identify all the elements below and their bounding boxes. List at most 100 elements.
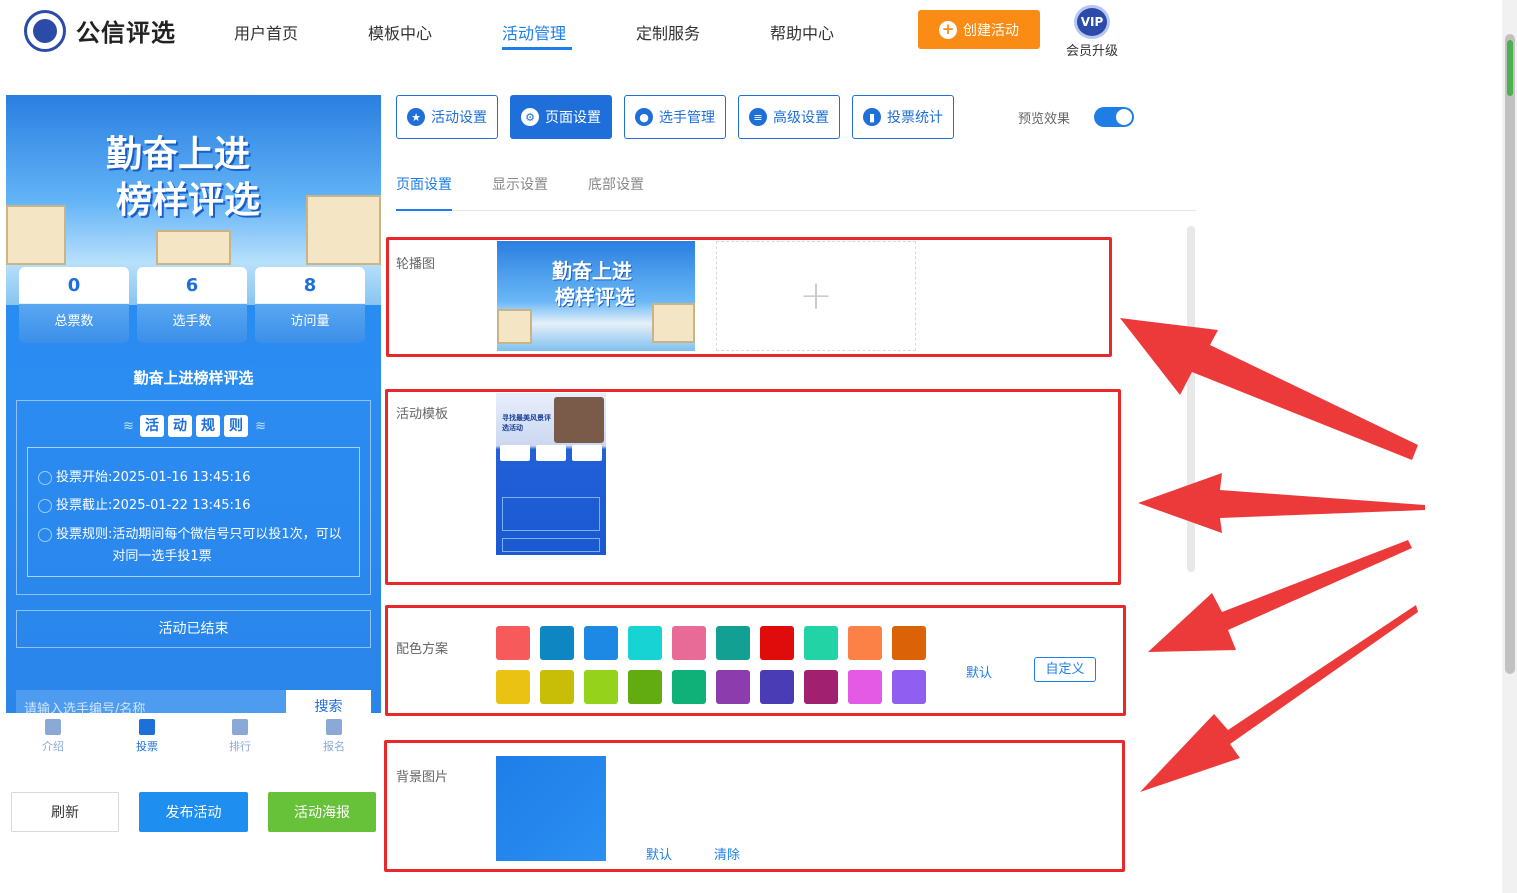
star-icon: ★ <box>407 108 425 126</box>
button-label: 高级设置 <box>773 110 829 126</box>
nav-custom-service[interactable]: 定制服务 <box>636 20 700 44</box>
stat-contestants: 6 选手数 <box>137 267 247 343</box>
annotation-arrows <box>1120 318 1425 792</box>
bar-chart-icon: ▮ <box>863 108 881 126</box>
rules-title-char: 活 <box>140 415 165 437</box>
arrow-to-carousel <box>1120 318 1418 460</box>
building-center <box>156 230 231 265</box>
toggle-knob <box>1116 109 1132 125</box>
nav-home[interactable]: 用户首页 <box>234 20 298 44</box>
tab-signup[interactable]: 报名 <box>309 719 359 754</box>
hand-pointer-icon <box>326 719 342 735</box>
button-label: 页面设置 <box>545 110 601 126</box>
tab-label: 介绍 <box>42 740 64 753</box>
bar-chart-icon <box>232 719 248 735</box>
page-scrollbar-indicator <box>1507 40 1513 96</box>
subtab-page-settings[interactable]: 页面设置 <box>396 174 452 194</box>
rule-label: 投票开始: <box>56 470 113 485</box>
tab-vote[interactable]: 投票 <box>122 719 172 754</box>
rule-vote-start: 投票开始: 2025-01-16 13:45:16 <box>38 464 351 492</box>
clock-icon <box>38 499 52 513</box>
rules-title-char: 动 <box>168 415 193 437</box>
rules-title-char: 则 <box>224 415 249 437</box>
stat-total-votes: 0 总票数 <box>19 267 129 343</box>
preview-activity-title: 勤奋上进榜样评选 <box>133 369 254 387</box>
tab-label: 排行 <box>229 740 251 753</box>
rule-vote-rule: 投票规则: 活动期间每个微信号只可以投1次，可以对同一选手投1票 <box>38 524 351 568</box>
stat-label: 总票数 <box>54 314 94 329</box>
clock-icon <box>38 471 52 485</box>
preview-search-bar: 请输入选手编号/名称 搜索 <box>16 690 371 713</box>
activity-settings-button[interactable]: ★ 活动设置 <box>396 95 498 139</box>
stat-value: 6 <box>185 275 199 296</box>
create-activity-label: 创建活动 <box>963 22 1019 39</box>
button-label: 选手管理 <box>659 110 715 126</box>
rules-title-char: 规 <box>196 415 221 437</box>
nav-active-indicator <box>502 47 572 50</box>
logo[interactable] <box>24 10 66 52</box>
mobile-preview: 勤奋上进 榜样评选 0 总票数 6 选手数 8 访问量 勤奋上进榜样评选 ≋ 活… <box>6 95 381 713</box>
building-right <box>306 195 381 265</box>
advanced-settings-button[interactable]: ≡ 高级设置 <box>738 95 840 139</box>
preview-effect-toggle[interactable] <box>1094 107 1134 127</box>
page-settings-button[interactable]: ⚙ 页面设置 <box>510 95 612 139</box>
stat-label: 访问量 <box>290 314 330 329</box>
publish-activity-button[interactable]: 发布活动 <box>139 792 248 832</box>
preview-search-input[interactable]: 请输入选手编号/名称 <box>24 698 145 713</box>
refresh-button[interactable]: 刷新 <box>11 792 119 832</box>
preview-tabbar: 介绍 投票 排行 报名 <box>6 713 381 765</box>
users-icon: ● <box>635 108 653 126</box>
preview-search-button[interactable]: 搜索 <box>286 690 371 713</box>
flag-icon <box>139 719 155 735</box>
nav-help[interactable]: 帮助中心 <box>770 20 834 44</box>
stat-value: 0 <box>67 275 81 296</box>
rules-list: 投票开始: 2025-01-16 13:45:16 投票截止: 2025-01-22… <box>27 447 360 577</box>
building-left <box>6 205 66 265</box>
rule-vote-end: 投票截止: 2025-01-22 13:45:16 <box>38 492 351 520</box>
nav-activity-management[interactable]: 活动管理 <box>502 20 566 44</box>
nav-templates[interactable]: 模板中心 <box>368 20 432 44</box>
page-scrollbar-thumb[interactable] <box>1505 34 1515 674</box>
activity-ended-banner: 活动已结束 <box>16 610 371 648</box>
annotation-box-template <box>385 389 1121 585</box>
banner-title-line1: 勤奋上进 <box>106 134 251 175</box>
subtab-divider <box>396 210 1196 211</box>
vip-upgrade-label[interactable]: 会员升级 <box>1066 40 1118 59</box>
rule-label: 投票截止: <box>56 498 113 513</box>
info-icon <box>38 528 52 542</box>
tab-intro[interactable]: 介绍 <box>28 719 78 754</box>
gear-icon: ⚙ <box>521 108 539 126</box>
brand-name: 公信评选 <box>76 19 176 47</box>
activity-poster-button[interactable]: 活动海报 <box>268 792 376 832</box>
tab-label: 报名 <box>323 740 345 753</box>
rule-label: 投票规则: <box>56 527 113 542</box>
plus-icon: + <box>939 20 957 39</box>
create-activity-button[interactable]: + 创建活动 <box>918 10 1040 49</box>
tab-label: 投票 <box>136 740 158 753</box>
document-icon <box>45 719 61 735</box>
rule-value: 2025-01-22 13:45:16 <box>112 498 251 513</box>
rule-value: 活动期间每个微信号只可以投1次，可以对同一选手投1票 <box>112 527 342 564</box>
vote-statistics-button[interactable]: ▮ 投票统计 <box>852 95 954 139</box>
contestant-management-button[interactable]: ● 选手管理 <box>624 95 726 139</box>
button-label: 投票统计 <box>887 110 943 126</box>
subtab-display-settings[interactable]: 显示设置 <box>492 174 548 194</box>
arrow-to-template <box>1138 473 1425 533</box>
rule-value: 2025-01-16 13:45:16 <box>112 470 251 485</box>
button-label: 活动设置 <box>431 110 487 126</box>
banner-title-line2: 榜样评选 <box>116 180 261 221</box>
annotation-box-colors <box>385 605 1126 716</box>
vip-icon[interactable]: VIP <box>1074 5 1110 39</box>
rules-box: ≋ 活动规则 ≋ 投票开始: 2025-01-16 13:45:16 投票截止: 2… <box>16 400 371 595</box>
stat-visits: 8 访问量 <box>255 267 365 343</box>
stat-value: 8 <box>303 275 317 296</box>
scales-icon <box>33 19 57 43</box>
rules-title: ≋ 活动规则 ≋ <box>17 415 372 437</box>
annotation-box-carousel <box>386 237 1112 357</box>
stat-label: 选手数 <box>172 314 212 329</box>
subtab-footer-settings[interactable]: 底部设置 <box>588 174 644 194</box>
annotation-box-background <box>384 740 1125 872</box>
preview-effect-label: 预览效果 <box>1018 112 1071 127</box>
tab-ranking[interactable]: 排行 <box>215 719 265 754</box>
subtab-active-indicator <box>396 209 452 211</box>
